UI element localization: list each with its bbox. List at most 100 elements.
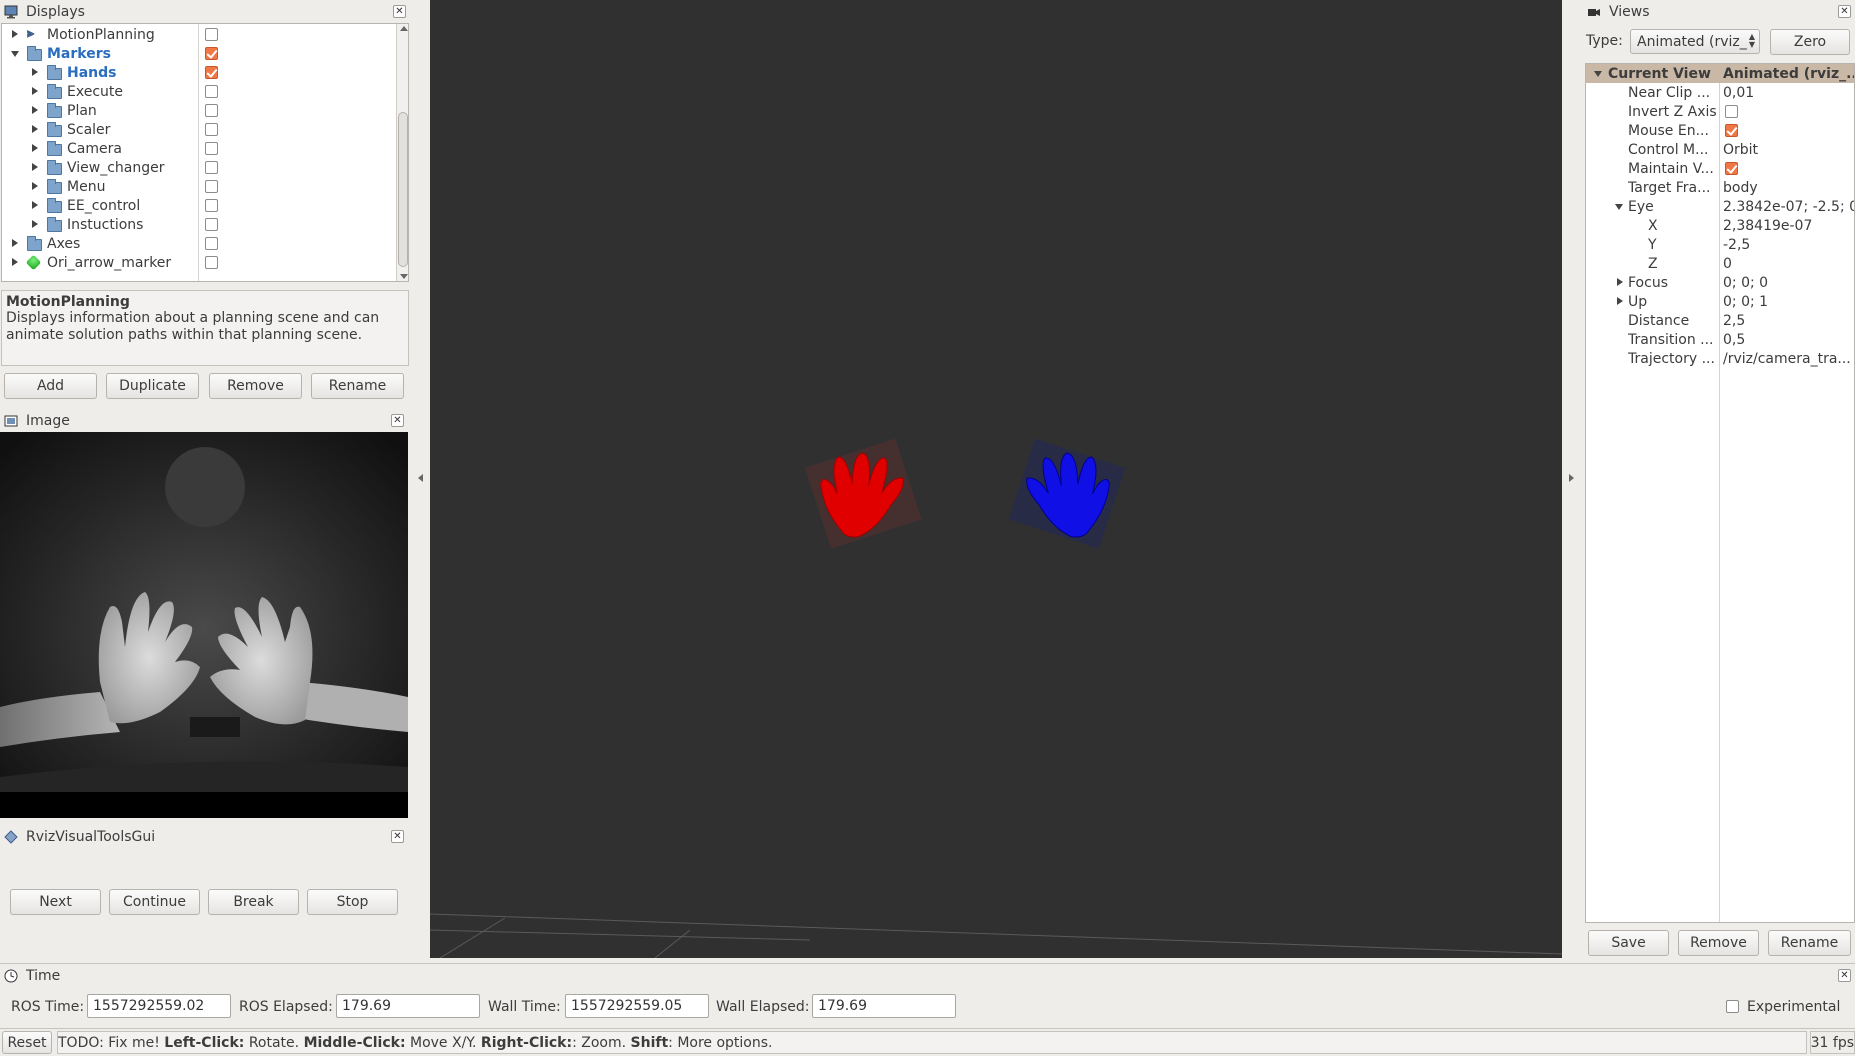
display-enabled-checkbox[interactable] (205, 66, 218, 79)
chevron-right-icon[interactable] (12, 239, 18, 247)
right-splitter-handle[interactable] (1569, 474, 1574, 482)
current-view-header[interactable]: Current View Animated (rviz_... (1586, 64, 1854, 83)
view-property-row[interactable]: Transition ... 0,5 (1586, 330, 1854, 349)
view-property-row[interactable]: Invert Z Axis (1586, 102, 1854, 121)
display-item[interactable]: EE_control (2, 196, 197, 215)
view-property-row[interactable]: Trajectory ... /rviz/camera_tra... (1586, 349, 1854, 368)
views-property-tree[interactable]: Current View Animated (rviz_... Near Cli… (1585, 63, 1855, 923)
display-enabled-checkbox[interactable] (205, 104, 218, 117)
view-property-checkbox[interactable] (1725, 162, 1738, 175)
viewport-canvas[interactable] (430, 0, 1562, 958)
wall-time-field[interactable]: 1557292559.05 (565, 994, 709, 1018)
remove-display-button[interactable]: Remove (209, 373, 302, 399)
experimental-checkbox[interactable] (1726, 1000, 1739, 1013)
chevron-right-icon[interactable] (32, 125, 38, 133)
view-property-checkbox[interactable] (1725, 105, 1738, 118)
view-property-row[interactable]: Target Fra... body (1586, 178, 1854, 197)
time-title-bar[interactable]: Time ✕ (0, 964, 1855, 987)
view-type-select[interactable]: Animated (rviz_ ▲ ▼ (1630, 29, 1760, 54)
display-enabled-checkbox[interactable] (205, 180, 218, 193)
chevron-right-icon[interactable] (12, 258, 18, 266)
continue-button[interactable]: Continue (109, 889, 200, 915)
view-property-row[interactable]: Mouse En... (1586, 121, 1854, 140)
view-property-row[interactable]: Focus 0; 0; 0 (1586, 273, 1854, 292)
chevron-right-icon[interactable] (32, 68, 38, 76)
chevron-right-icon[interactable] (32, 201, 38, 209)
stop-button[interactable]: Stop (307, 889, 398, 915)
view-property-value[interactable]: /rviz/camera_tra... (1723, 351, 1854, 367)
image-title-bar[interactable]: Image ✕ (0, 409, 408, 432)
ros-elapsed-field[interactable]: 179.69 (336, 994, 480, 1018)
view-property-value[interactable]: 0 (1723, 256, 1854, 272)
duplicate-display-button[interactable]: Duplicate (106, 373, 199, 399)
close-icon[interactable]: ✕ (391, 830, 404, 843)
view-property-value[interactable]: Orbit (1723, 142, 1854, 158)
reset-button[interactable]: Reset (2, 1031, 52, 1054)
close-icon[interactable]: ✕ (393, 5, 406, 18)
view-property-checkbox[interactable] (1725, 124, 1738, 137)
display-item[interactable]: Instuctions (2, 215, 197, 234)
save-view-button[interactable]: Save (1588, 930, 1669, 956)
view-property-value[interactable]: -2,5 (1723, 237, 1854, 253)
left-splitter-handle[interactable] (418, 474, 423, 482)
view-property-row[interactable]: X 2,38419e-07 (1586, 216, 1854, 235)
display-item[interactable]: Camera (2, 139, 197, 158)
chevron-right-icon[interactable] (32, 220, 38, 228)
display-item[interactable]: Ori_arrow_marker (2, 253, 197, 272)
chevron-right-icon[interactable] (1617, 278, 1623, 286)
view-property-value[interactable]: 2.3842e-07; -2.5; 0 (1723, 199, 1854, 215)
view-property-row[interactable]: Control M... Orbit (1586, 140, 1854, 159)
display-item[interactable]: Menu (2, 177, 197, 196)
zero-button[interactable]: Zero (1770, 29, 1850, 55)
display-item[interactable]: Hands (2, 63, 197, 82)
next-button[interactable]: Next (10, 889, 101, 915)
chevron-down-icon[interactable] (11, 51, 19, 57)
add-display-button[interactable]: Add (4, 373, 97, 399)
tree-scrollbar[interactable] (396, 24, 408, 281)
break-button[interactable]: Break (208, 889, 299, 915)
wall-elapsed-field[interactable]: 179.69 (812, 994, 956, 1018)
view-property-value[interactable]: 0; 0; 1 (1723, 294, 1854, 310)
display-enabled-checkbox[interactable] (205, 199, 218, 212)
views-title-bar[interactable]: Views ✕ (1583, 0, 1855, 23)
display-enabled-checkbox[interactable] (205, 237, 218, 250)
display-item[interactable]: Execute (2, 82, 197, 101)
view-property-value[interactable]: 2,5 (1723, 313, 1854, 329)
display-enabled-checkbox[interactable] (205, 256, 218, 269)
ros-time-field[interactable]: 1557292559.02 (87, 994, 231, 1018)
display-item[interactable]: Markers (2, 44, 197, 63)
display-enabled-checkbox[interactable] (205, 142, 218, 155)
view-property-value[interactable]: 0,5 (1723, 332, 1854, 348)
chevron-right-icon[interactable] (32, 182, 38, 190)
visualtools-title-bar[interactable]: RvizVisualToolsGui ✕ (0, 825, 408, 848)
chevron-right-icon[interactable] (12, 30, 18, 38)
view-property-row[interactable]: Distance 2,5 (1586, 311, 1854, 330)
view-property-row[interactable]: Eye 2.3842e-07; -2.5; 0 (1586, 197, 1854, 216)
display-item[interactable]: Scaler (2, 120, 197, 139)
displays-title-bar[interactable]: Displays ✕ (0, 0, 410, 23)
view-property-value[interactable]: 0; 0; 0 (1723, 275, 1854, 291)
close-icon[interactable]: ✕ (1838, 969, 1851, 982)
display-item[interactable]: View_changer (2, 158, 197, 177)
close-icon[interactable]: ✕ (391, 414, 404, 427)
displays-tree[interactable]: ⫸ MotionPlanning Markers Hands Execute Plan Sc… (1, 23, 409, 282)
rename-display-button[interactable]: Rename (311, 373, 404, 399)
display-enabled-checkbox[interactable] (205, 47, 218, 60)
chevron-right-icon[interactable] (32, 144, 38, 152)
chevron-right-icon[interactable] (32, 163, 38, 171)
chevron-right-icon[interactable] (32, 87, 38, 95)
chevron-right-icon[interactable] (32, 106, 38, 114)
chevron-down-icon[interactable] (1594, 71, 1602, 77)
display-item[interactable]: Plan (2, 101, 197, 120)
view-property-row[interactable]: Z0 (1586, 254, 1854, 273)
view-property-row[interactable]: Up 0; 0; 1 (1586, 292, 1854, 311)
rename-view-button[interactable]: Rename (1768, 930, 1851, 956)
view-property-value[interactable]: 0,01 (1723, 85, 1854, 101)
display-item[interactable]: Axes (2, 234, 197, 253)
view-property-value[interactable]: 2,38419e-07 (1723, 218, 1854, 234)
close-icon[interactable]: ✕ (1838, 5, 1851, 18)
view-property-row[interactable]: Y -2,5 (1586, 235, 1854, 254)
view-property-row[interactable]: Maintain V... (1586, 159, 1854, 178)
view-property-value[interactable]: body (1723, 180, 1854, 196)
display-enabled-checkbox[interactable] (205, 218, 218, 231)
